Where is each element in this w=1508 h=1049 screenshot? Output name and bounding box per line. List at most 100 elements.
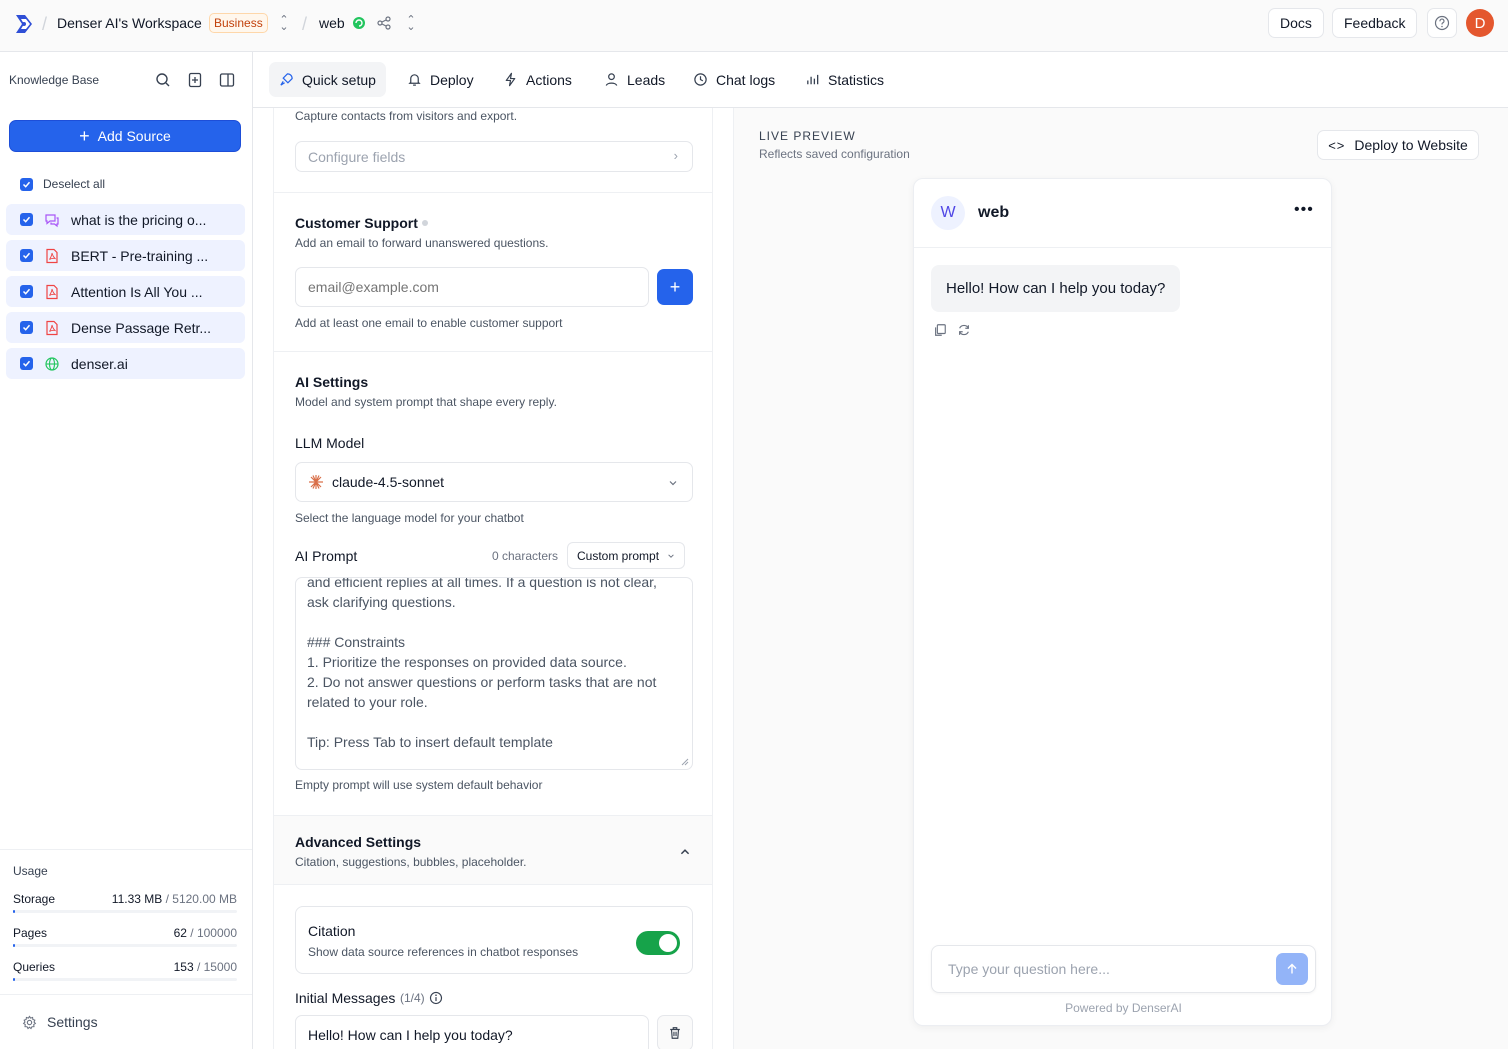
ai-settings-title: AI Settings bbox=[295, 374, 369, 390]
chat-header: W web ••• bbox=[914, 179, 1331, 248]
bell-icon bbox=[408, 74, 421, 86]
ai-prompt-textarea[interactable]: and efficient replies at all times. If a… bbox=[295, 577, 693, 770]
denser-logo-icon[interactable] bbox=[12, 12, 36, 36]
usage-panel: Usage Storage 11.33 MB / 5120.00 MB Page… bbox=[0, 849, 252, 981]
tab-deploy[interactable]: Deploy bbox=[397, 62, 484, 97]
arrow-up-icon bbox=[1287, 963, 1297, 974]
delete-message-button[interactable] bbox=[657, 1015, 693, 1049]
project-name[interactable]: web bbox=[319, 15, 345, 31]
checkbox-checked-icon[interactable] bbox=[20, 249, 33, 262]
chat-input-box[interactable]: Type your question here... bbox=[931, 945, 1316, 993]
settings-label: Settings bbox=[47, 1014, 98, 1030]
llm-model-select[interactable]: claude-4.5-sonnet bbox=[295, 462, 693, 502]
code-icon: <> bbox=[1328, 137, 1346, 153]
advanced-settings-title: Advanced Settings bbox=[295, 834, 422, 850]
tab-label: Chat logs bbox=[716, 71, 776, 88]
anthropic-sparkle-icon bbox=[309, 475, 323, 489]
usage-bar bbox=[13, 944, 237, 947]
advanced-settings-header[interactable]: Advanced Settings Citation, suggestions,… bbox=[274, 815, 712, 885]
checkbox-checked-icon[interactable] bbox=[20, 285, 33, 298]
support-email-input[interactable] bbox=[295, 267, 649, 307]
tab-label: Actions bbox=[526, 71, 572, 88]
user-avatar[interactable]: D bbox=[1466, 9, 1494, 37]
llm-model-value: claude-4.5-sonnet bbox=[332, 474, 445, 490]
gear-icon bbox=[22, 1014, 37, 1029]
advanced-settings-description: Citation, suggestions, bubbles, placehol… bbox=[295, 855, 527, 869]
citation-description: Show data source references in chatbot r… bbox=[308, 945, 579, 959]
usage-label: Pages bbox=[13, 926, 48, 940]
initial-messages-label: Initial Messages bbox=[295, 990, 396, 1006]
project-switcher-icon[interactable]: ⌃ ⌄ bbox=[406, 15, 416, 33]
ai-prompt-text: and efficient replies at all times. If a… bbox=[307, 577, 657, 750]
search-icon[interactable] bbox=[155, 72, 171, 88]
copy-icon[interactable] bbox=[933, 323, 947, 337]
tab-leads[interactable]: Leads bbox=[594, 62, 675, 97]
source-item[interactable]: Dense Passage Retr... bbox=[6, 312, 245, 343]
add-folder-icon[interactable] bbox=[187, 72, 203, 88]
source-item[interactable]: Attention Is All You ... bbox=[6, 276, 245, 307]
toggle-knob bbox=[659, 934, 677, 952]
status-dot bbox=[422, 220, 428, 226]
usage-label: Queries bbox=[13, 960, 56, 974]
source-item[interactable]: denser.ai bbox=[6, 348, 245, 379]
source-label: what is the pricing o... bbox=[71, 211, 207, 228]
top-bar: / Denser AI's Workspace Business ⌃ ⌄ / we… bbox=[0, 0, 1508, 52]
info-icon[interactable] bbox=[429, 991, 443, 1005]
help-icon bbox=[1434, 15, 1450, 31]
usage-bar bbox=[13, 910, 237, 913]
checkbox-checked-icon[interactable] bbox=[20, 321, 33, 334]
deploy-to-website-button[interactable]: <> Deploy to Website bbox=[1317, 130, 1479, 160]
checkbox-checked-icon[interactable] bbox=[20, 357, 33, 370]
initial-message-value: Hello! How can I help you today? bbox=[308, 1027, 513, 1043]
docs-button[interactable]: Docs bbox=[1268, 8, 1324, 38]
customer-support-title: Customer Support bbox=[295, 215, 418, 231]
workspace-switcher-icon[interactable]: ⌃ ⌄ bbox=[279, 15, 289, 33]
bot-avatar: W bbox=[931, 196, 965, 230]
tab-label: Leads bbox=[627, 71, 666, 88]
initial-message-input[interactable]: Hello! How can I help you today? bbox=[295, 1015, 649, 1049]
add-email-button[interactable]: + bbox=[657, 269, 693, 305]
ai-prompt-label: AI Prompt bbox=[295, 548, 358, 564]
divider bbox=[274, 351, 712, 352]
tab-statistics[interactable]: Statistics bbox=[795, 62, 894, 97]
llm-model-label: LLM Model bbox=[295, 435, 365, 451]
lightning-icon bbox=[505, 72, 516, 87]
source-item[interactable]: BERT - Pre-training ... bbox=[6, 240, 245, 271]
customer-support-description: Add an email to forward unanswered quest… bbox=[295, 236, 549, 250]
usage-max: / 5120.00 MB bbox=[162, 892, 237, 906]
configure-fields-button[interactable]: Configure fields › bbox=[295, 141, 693, 172]
initial-messages-count: (1/4) bbox=[400, 991, 425, 1005]
source-item[interactable]: what is the pricing o... bbox=[6, 204, 245, 235]
settings-link[interactable]: Settings bbox=[22, 1014, 98, 1030]
bar-chart-icon bbox=[807, 74, 819, 85]
regenerate-icon[interactable] bbox=[957, 323, 971, 337]
tab-actions[interactable]: Actions bbox=[493, 62, 582, 97]
workspace-name[interactable]: Denser AI's Workspace bbox=[57, 15, 202, 31]
chat-input-placeholder: Type your question here... bbox=[948, 961, 1110, 977]
ai-prompt-hint: Empty prompt will use system default beh… bbox=[295, 778, 543, 792]
add-source-button[interactable]: + Add Source bbox=[9, 120, 241, 152]
deselect-all-toggle[interactable]: Deselect all bbox=[20, 177, 105, 191]
citation-toggle[interactable] bbox=[636, 931, 680, 955]
citation-card: Citation Show data source references in … bbox=[295, 906, 693, 974]
checkbox-checked-icon[interactable] bbox=[20, 177, 33, 191]
source-label: denser.ai bbox=[71, 355, 128, 372]
prompt-mode-select[interactable]: Custom prompt bbox=[567, 542, 686, 569]
usage-bar bbox=[13, 978, 237, 981]
collapse-sidebar-icon[interactable] bbox=[219, 72, 235, 88]
source-label: BERT - Pre-training ... bbox=[71, 247, 209, 264]
feedback-button[interactable]: Feedback bbox=[1332, 8, 1418, 38]
tab-chat-logs[interactable]: Chat logs bbox=[683, 62, 785, 97]
tab-quick-setup[interactable]: Quick setup bbox=[269, 62, 386, 97]
help-button[interactable] bbox=[1427, 8, 1457, 38]
send-button[interactable] bbox=[1276, 953, 1308, 985]
usage-title: Usage bbox=[13, 864, 48, 878]
resize-handle-icon[interactable] bbox=[681, 758, 689, 766]
chat-widget: W web ••• Hello! How can I help you toda… bbox=[913, 178, 1332, 1026]
share-icon[interactable] bbox=[377, 16, 391, 30]
usage-used: 153 bbox=[173, 960, 194, 974]
more-options-icon[interactable]: ••• bbox=[1294, 201, 1314, 219]
usage-used: 62 bbox=[173, 926, 187, 940]
leads-description: Capture contacts from visitors and expor… bbox=[295, 109, 518, 123]
checkbox-checked-icon[interactable] bbox=[20, 213, 33, 226]
